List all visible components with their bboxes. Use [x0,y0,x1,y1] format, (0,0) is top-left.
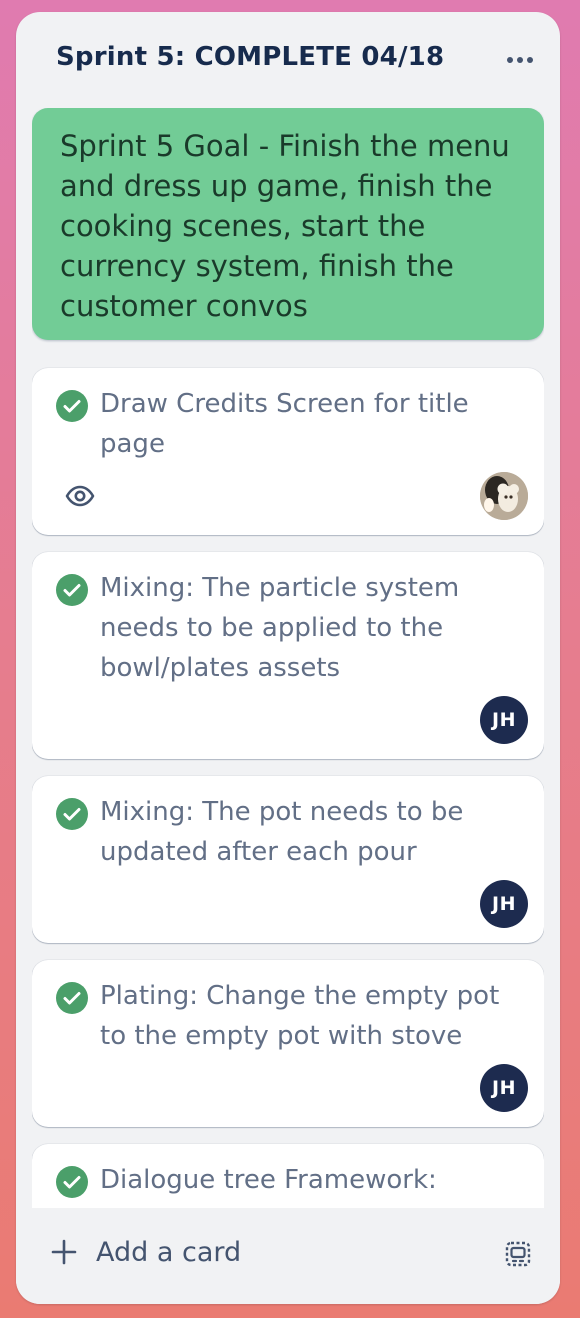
list-title[interactable]: Sprint 5: COMPLETE 04/18 [56,42,444,72]
sprint-goal-text: Sprint 5 Goal - Finish the menu and dres… [60,129,510,323]
card-dialogue-tree[interactable]: Dialogue tree Framework: Create a system… [32,1144,544,1208]
more-horizontal-icon [507,57,513,63]
list-footer: Add a card [16,1208,560,1304]
add-card-label: Add a card [96,1236,242,1268]
add-card-button[interactable]: Add a card [32,1228,462,1276]
member-avatar[interactable]: JH [480,1064,528,1112]
check-circle-icon[interactable] [56,574,88,606]
card-template-icon[interactable] [500,1236,536,1272]
member-avatar[interactable]: JH [480,696,528,744]
sprint-goal-card[interactable]: Sprint 5 Goal - Finish the menu and dres… [32,108,544,340]
plus-icon [48,1236,80,1268]
card-title: Draw Credits Screen for title page [100,389,469,459]
member-avatar[interactable]: JH [480,880,528,928]
card-mixing-pot-update[interactable]: Mixing: The pot needs to be updated afte… [32,776,544,943]
card-draw-credits[interactable]: Draw Credits Screen for title page [32,368,544,535]
card-plating-empty-pot[interactable]: Plating: Change the empty pot to the emp… [32,960,544,1127]
check-circle-icon[interactable] [56,390,88,422]
card-title: Mixing: The pot needs to be updated afte… [100,797,464,867]
list-actions-menu-button[interactable] [498,38,542,82]
check-circle-icon[interactable] [56,798,88,830]
card-title: Mixing: The particle system needs to be … [100,573,460,683]
list-header: Sprint 5: COMPLETE 04/18 [16,12,560,106]
card-title: Dialogue tree Framework: Create a system… [100,1165,496,1208]
check-circle-icon[interactable] [56,982,88,1014]
card-mixing-particle-system[interactable]: Mixing: The particle system needs to be … [32,552,544,759]
card-title: Plating: Change the empty pot to the emp… [100,981,500,1051]
eye-icon [64,480,96,512]
sprint-list: Sprint 5: COMPLETE 04/18 Sprint 5 Goal -… [16,12,560,1304]
check-circle-icon[interactable] [56,1166,88,1198]
member-avatar[interactable] [480,472,528,520]
card-list[interactable]: Sprint 5 Goal - Finish the menu and dres… [32,108,544,1208]
